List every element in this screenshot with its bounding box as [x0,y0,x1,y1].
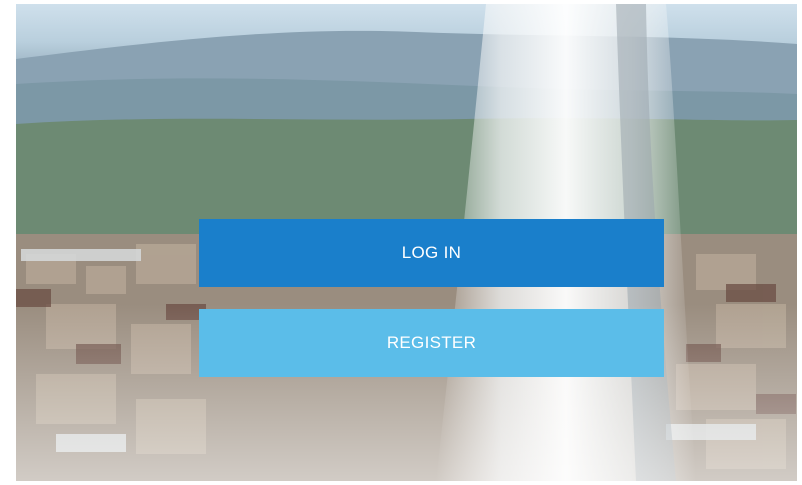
login-button[interactable]: LOG IN [199,219,664,287]
register-button[interactable]: REGISTER [199,309,664,377]
page: LOG IN REGISTER [0,0,802,485]
